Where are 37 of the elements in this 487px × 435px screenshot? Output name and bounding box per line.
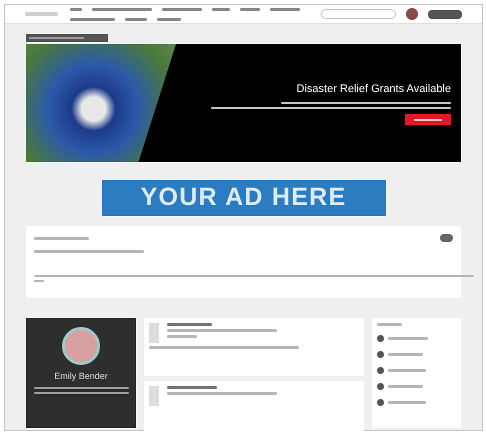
nav-link[interactable]: [68, 5, 84, 13]
link-icon: [377, 351, 384, 358]
avatar-icon[interactable]: [406, 8, 418, 20]
link-icon: [377, 383, 384, 390]
learn-more-button[interactable]: [405, 114, 451, 126]
nav-link[interactable]: [210, 5, 232, 13]
illegible-text: [388, 337, 428, 340]
profile-name: Emily Bender: [54, 370, 108, 383]
illegible-text: [388, 353, 423, 356]
illegible-text: [34, 236, 89, 240]
link-icon: [377, 367, 384, 374]
illegible-text: [388, 385, 423, 388]
illegible-text: [167, 335, 197, 338]
nav-link[interactable]: [154, 15, 183, 23]
nav-link[interactable]: [160, 5, 204, 13]
logo-icon: [25, 12, 58, 16]
search-field[interactable]: [321, 9, 396, 19]
tag-button[interactable]: [26, 34, 108, 42]
link-icon: [377, 335, 384, 342]
illegible-text: [388, 369, 426, 372]
document-icon: [149, 323, 159, 343]
illegible-text: [388, 401, 426, 404]
nav-link[interactable]: [122, 15, 149, 23]
nav-link[interactable]: [90, 5, 154, 13]
banner-title: Disaster Relief Grants Available: [296, 82, 451, 97]
nav-link[interactable]: [68, 15, 117, 23]
avatar-icon: [62, 327, 100, 365]
illegible-text: [167, 323, 212, 326]
nav-link[interactable]: [268, 5, 302, 13]
ad-banner[interactable]: YOUR AD HERE: [102, 180, 386, 216]
illegible-text: [377, 323, 402, 326]
nav-link[interactable]: [238, 5, 262, 13]
document-icon: [149, 386, 159, 406]
account-button[interactable]: [428, 10, 462, 18]
illegible-text: [167, 386, 217, 389]
close-button[interactable]: [440, 234, 453, 242]
link-icon: [377, 399, 384, 406]
